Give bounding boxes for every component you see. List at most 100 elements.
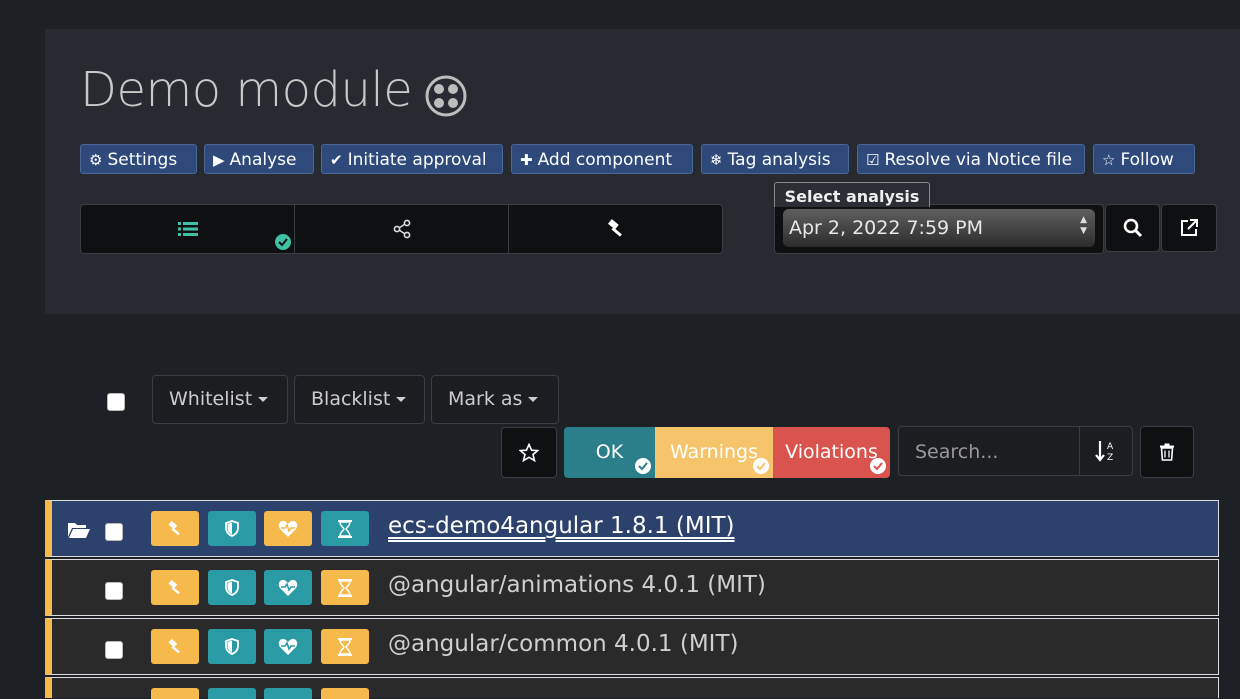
heartbeat-icon (278, 520, 298, 537)
check-circle-icon (753, 458, 769, 474)
share-nodes-icon (393, 219, 410, 239)
tag-analysis-button-label: Tag analysis (727, 150, 831, 170)
table-row[interactable]: @angular/common 4.0.1 (MIT) (45, 618, 1219, 675)
puzzle-icon: ✚ (520, 151, 533, 169)
star-icon (519, 442, 539, 462)
warnings-filter-toggle[interactable]: Warnings (655, 427, 773, 478)
check-circle-icon (275, 234, 291, 250)
caret-down-icon (396, 397, 407, 402)
star-icon: ☆ (1102, 151, 1116, 169)
delete-button[interactable] (1140, 426, 1194, 478)
trash-icon (1160, 443, 1174, 461)
gavel-icon (168, 520, 180, 535)
security-status-badge[interactable] (208, 511, 256, 546)
table-row[interactable]: ecs-demo4angular 1.8.1 (MIT) (45, 500, 1219, 557)
analysis-select-value: Apr 2, 2022 7:59 PM (789, 217, 984, 239)
search-analysis-button[interactable] (1105, 204, 1160, 252)
gavel-icon (168, 579, 180, 594)
sort-alpha-icon: A Z (1095, 441, 1114, 463)
select-arrows-icon: ▲ ▼ (1080, 215, 1087, 236)
add-component-button[interactable]: ✚ Add component (511, 144, 693, 174)
settings-button-label: Settings (107, 150, 178, 170)
follow-button-label: Follow (1120, 150, 1174, 170)
caret-down-icon (258, 397, 269, 402)
resolve-notice-button[interactable]: ☑ Resolve via Notice file (857, 144, 1085, 174)
sort-button[interactable]: A Z (1080, 426, 1133, 476)
settings-button[interactable]: ⚙ Settings (80, 144, 197, 174)
shield-icon (225, 579, 239, 596)
row-checkbox[interactable] (105, 641, 123, 659)
row-checkbox[interactable] (105, 523, 123, 541)
tag-analysis-button[interactable]: ❄ Tag analysis (701, 144, 849, 174)
heartbeat-icon (278, 579, 298, 596)
whitelist-dropdown-label: Whitelist (169, 388, 253, 410)
ok-filter-label: OK (595, 441, 624, 463)
component-name-link[interactable]: @angular/common 4.0.1 (MIT) (388, 631, 738, 657)
violations-filter-toggle[interactable]: Violations (773, 427, 890, 478)
tab-list[interactable] (81, 205, 295, 253)
gavel-icon (168, 638, 180, 653)
select-all-checkbox[interactable] (107, 393, 125, 411)
legal-status-badge[interactable] (151, 688, 199, 699)
initiate-approval-button-label: Initiate approval (347, 150, 487, 170)
table-row[interactable]: @angular/animations 4.0.1 (MIT) (45, 559, 1219, 616)
folder-open-icon[interactable] (67, 521, 91, 539)
health-status-badge[interactable] (264, 688, 312, 699)
resolve-notice-button-label: Resolve via Notice file (884, 150, 1073, 170)
age-status-badge[interactable] (321, 688, 369, 699)
row-checkbox[interactable] (105, 582, 123, 600)
component-name-link[interactable]: ecs-demo4angular 1.8.1 (MIT) (388, 513, 735, 539)
hourglass-icon (338, 578, 352, 597)
check-circle-icon (635, 458, 651, 474)
health-status-badge[interactable] (264, 570, 312, 605)
health-status-badge[interactable] (264, 629, 312, 664)
cogs-icon: ⚙ (89, 151, 103, 169)
tab-dependency-graph[interactable] (295, 205, 509, 253)
mark-as-dropdown[interactable]: Mark as (431, 375, 559, 424)
view-tabs (80, 204, 723, 254)
violations-filter-label: Violations (785, 441, 878, 463)
initiate-approval-button[interactable]: ✔ Initiate approval (321, 144, 503, 174)
open-external-button[interactable] (1161, 204, 1217, 252)
follow-button[interactable]: ☆ Follow (1093, 144, 1195, 174)
gavel-icon (607, 219, 622, 237)
heartbeat-icon (278, 638, 298, 655)
security-status-badge[interactable] (208, 629, 256, 664)
ok-filter-toggle[interactable]: OK (564, 427, 655, 478)
blacklist-dropdown[interactable]: Blacklist (294, 375, 425, 424)
snowflake-icon: ❄ (710, 151, 723, 169)
health-status-badge[interactable] (264, 511, 312, 546)
component-name-link[interactable]: @angular/animations 4.0.1 (MIT) (388, 572, 766, 598)
hourglass-icon (338, 637, 352, 656)
check-square-icon: ☑ (866, 151, 880, 169)
warnings-filter-label: Warnings (669, 441, 758, 463)
age-status-badge[interactable] (321, 511, 369, 546)
check-circle-icon: ✔ (330, 151, 343, 169)
brain-icon (425, 75, 467, 117)
page-title: Demo module (80, 62, 413, 118)
blacklist-dropdown-label: Blacklist (311, 388, 391, 410)
select-analysis-label: Select analysis (774, 182, 930, 207)
search-input-placeholder: Search... (915, 441, 999, 463)
legal-status-badge[interactable] (151, 629, 199, 664)
table-row[interactable] (45, 677, 1219, 699)
age-status-badge[interactable] (321, 629, 369, 664)
age-status-badge[interactable] (321, 570, 369, 605)
add-component-button-label: Add component (537, 150, 673, 170)
search-input[interactable]: Search... (898, 426, 1080, 476)
shield-icon (225, 520, 239, 537)
play-icon: ▶ (213, 151, 225, 169)
legal-status-badge[interactable] (151, 570, 199, 605)
tab-legal[interactable] (509, 205, 722, 253)
list-icon (177, 222, 198, 236)
whitelist-dropdown[interactable]: Whitelist (152, 375, 288, 424)
analysis-select[interactable]: Apr 2, 2022 7:59 PM ▲ ▼ (783, 209, 1095, 247)
shield-icon (225, 638, 239, 655)
security-status-badge[interactable] (208, 570, 256, 605)
analyse-button[interactable]: ▶ Analyse (204, 144, 314, 174)
favorites-filter-button[interactable] (501, 427, 557, 478)
legal-status-badge[interactable] (151, 511, 199, 546)
svg-text:A: A (1107, 442, 1114, 452)
svg-text:Z: Z (1107, 453, 1113, 463)
security-status-badge[interactable] (208, 688, 256, 699)
